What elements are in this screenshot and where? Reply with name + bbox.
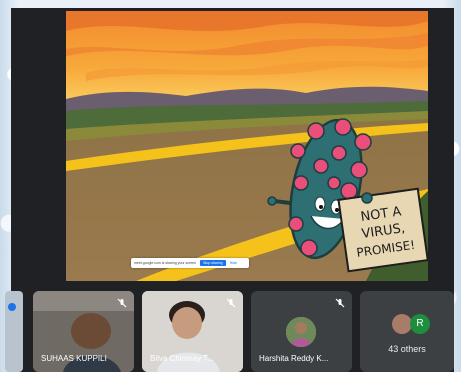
participant-tile[interactable]: Bilva Chinmay T... (142, 291, 243, 372)
participant-name: SUHAAS KUPPILI (41, 354, 107, 363)
shared-screen-presentation: NOT A VIRUS, PROMISE! (66, 11, 428, 281)
others-avatars: R (390, 314, 430, 336)
participant-strip: SUHAAS KUPPILI Bilva Chinmay T... Harshi… (5, 291, 454, 372)
avatar (286, 317, 316, 347)
pin-icon (8, 303, 16, 311)
others-tile[interactable]: R 43 others (360, 291, 454, 372)
participant-tile[interactable]: SUHAAS KUPPILI (33, 291, 134, 372)
mic-off-icon (335, 298, 345, 308)
others-count: 43 others (388, 344, 426, 354)
participant-name: Harshita Reddy K... (259, 354, 329, 363)
avatar-letter: R (410, 314, 430, 334)
screen-share-notification-bar: meet.google.com is sharing your screen S… (131, 258, 249, 268)
mic-off-icon (226, 298, 236, 308)
mic-off-icon (117, 298, 127, 308)
browser-top-strip (0, 0, 461, 8)
cartoon-slide: NOT A VIRUS, PROMISE! (66, 11, 428, 281)
participant-tile[interactable]: Harshita Reddy K... (251, 291, 352, 372)
sign: NOT A VIRUS, PROMISE! (337, 187, 428, 273)
meet-window: NOT A VIRUS, PROMISE! meet.google.com is… (5, 8, 454, 372)
share-message: meet.google.com is sharing your screen (134, 261, 197, 265)
participant-name: Bilva Chinmay T... (150, 354, 214, 363)
avatar (392, 314, 412, 334)
hide-button[interactable]: Hide (230, 261, 237, 265)
self-view-tile-partial[interactable] (5, 291, 23, 372)
stop-sharing-button[interactable]: Stop sharing (200, 260, 226, 266)
